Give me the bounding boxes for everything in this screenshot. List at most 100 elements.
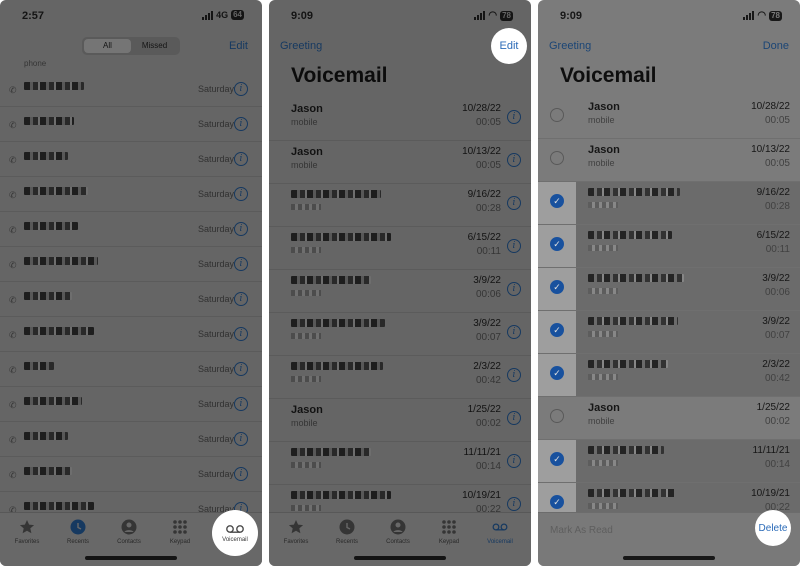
checkmark-icon[interactable]: ✓ (550, 452, 564, 466)
tab-recents[interactable]: Recents (53, 519, 103, 545)
checkmark-icon[interactable]: ✓ (550, 495, 564, 509)
voicemail-select-row[interactable]: ✓ 6/15/22 00:11 (538, 225, 800, 268)
redacted-name (291, 491, 391, 499)
tab-favorites[interactable]: Favorites (271, 519, 321, 545)
recent-row[interactable]: ✆ Saturdayi (0, 457, 262, 492)
info-icon[interactable]: i (234, 397, 248, 411)
voicemail-select-row[interactable]: ✓ 9/16/22 00:28 (538, 182, 800, 225)
info-icon[interactable]: i (234, 257, 248, 271)
unchecked-circle-icon[interactable] (550, 151, 564, 165)
voicemail-select-row[interactable]: ✓ 3/9/22 00:07 (538, 311, 800, 354)
redacted-name (588, 360, 668, 368)
tab-contacts[interactable]: Contacts (104, 519, 154, 545)
clock-icon (70, 519, 86, 535)
info-icon[interactable]: i (234, 222, 248, 236)
checkmark-icon[interactable]: ✓ (550, 280, 564, 294)
tab-favorites[interactable]: Favorites (2, 519, 52, 545)
recent-day: Saturday (197, 119, 234, 129)
voicemail-row[interactable]: 11/11/21 00:14 i (269, 442, 531, 485)
recent-row[interactable]: ✆ Saturdayi (0, 72, 262, 107)
voicemail-select-row[interactable]: Jason mobile 1/25/22 00:02 (538, 397, 800, 440)
redacted-name (588, 317, 678, 325)
tab-bar: Favorites Recents Contacts Keypad Voicem… (269, 512, 531, 566)
tab-voicemail-highlighted[interactable]: Voicemail (212, 510, 258, 556)
caller-label: mobile (291, 160, 318, 170)
voicemail-duration: 00:06 (764, 287, 790, 298)
voicemail-row[interactable]: 3/9/22 00:06 i (269, 270, 531, 313)
info-icon[interactable]: i (234, 117, 248, 131)
voicemail-select-row[interactable]: ✓ 2/3/22 00:42 (538, 354, 800, 397)
edit-button[interactable]: Edit (229, 40, 248, 52)
segment-all[interactable]: All (84, 39, 131, 53)
voicemail-row[interactable]: Jason mobile 10/28/22 00:05 i (269, 98, 531, 141)
voicemail-duration: 00:14 (764, 459, 790, 470)
tab-contacts[interactable]: Contacts (373, 519, 423, 545)
info-icon[interactable]: i (234, 292, 248, 306)
greeting-button[interactable]: Greeting (549, 40, 591, 52)
edit-button-highlighted[interactable]: Edit (491, 28, 527, 64)
recent-row[interactable]: ✆ Saturdayi (0, 422, 262, 457)
greeting-button[interactable]: Greeting (280, 40, 322, 52)
done-button[interactable]: Done (763, 40, 789, 52)
voicemail-select-row[interactable]: ✓ 11/11/21 00:14 (538, 440, 800, 483)
info-icon[interactable]: i (234, 187, 248, 201)
recent-row[interactable]: ✆ Saturdayi (0, 142, 262, 177)
info-icon[interactable]: i (507, 196, 521, 210)
segment-missed[interactable]: Missed (131, 39, 178, 53)
recents-filter-segmented-control[interactable]: All Missed (82, 37, 180, 55)
delete-button-highlighted[interactable]: Delete (755, 510, 791, 546)
voicemail-row[interactable]: 6/15/22 00:11 i (269, 227, 531, 270)
info-icon[interactable]: i (507, 282, 521, 296)
voicemail-duration: 00:11 (476, 246, 501, 257)
voicemail-row[interactable]: 2/3/22 00:42 i (269, 356, 531, 399)
tab-voicemail[interactable]: Voicemail (475, 519, 525, 545)
status-bar: 9:09 ◠ 78 (269, 8, 531, 26)
voicemail-row[interactable]: 9/16/22 00:28 i (269, 184, 531, 227)
info-icon[interactable]: i (507, 368, 521, 382)
recent-row[interactable]: ✆ Saturdayi (0, 177, 262, 212)
recent-row[interactable]: ✆ Saturdayi (0, 212, 262, 247)
info-icon[interactable]: i (234, 432, 248, 446)
checkmark-icon[interactable]: ✓ (550, 323, 564, 337)
info-icon[interactable]: i (234, 327, 248, 341)
redacted-name (24, 467, 72, 475)
info-icon[interactable]: i (507, 110, 521, 124)
info-icon[interactable]: i (234, 152, 248, 166)
tab-keypad[interactable]: Keypad (424, 519, 474, 545)
info-icon[interactable]: i (507, 454, 521, 468)
voicemail-row[interactable]: Jason mobile 10/13/22 00:05 i (269, 141, 531, 184)
recent-row[interactable]: ✆ Saturdayi (0, 282, 262, 317)
info-icon[interactable]: i (507, 497, 521, 511)
checkmark-icon[interactable]: ✓ (550, 194, 564, 208)
info-icon[interactable]: i (234, 467, 248, 481)
recent-row[interactable]: ✆ Saturdayi (0, 107, 262, 142)
info-icon[interactable]: i (507, 239, 521, 253)
tab-voicemail-label: Voicemail (222, 536, 248, 543)
recent-row[interactable]: ✆ Saturdayi (0, 247, 262, 282)
info-icon[interactable]: i (507, 411, 521, 425)
unchecked-circle-icon[interactable] (550, 108, 564, 122)
checkmark-icon[interactable]: ✓ (550, 237, 564, 251)
recent-row[interactable]: ✆ Saturdayi (0, 352, 262, 387)
voicemail-row[interactable]: 3/9/22 00:07 i (269, 313, 531, 356)
voicemail-select-row[interactable]: Jason mobile 10/13/22 00:05 (538, 139, 800, 182)
tab-recents[interactable]: Recents (322, 519, 372, 545)
voicemail-duration: 00:07 (764, 330, 790, 341)
tab-keypad[interactable]: Keypad (155, 519, 205, 545)
recent-row[interactable]: ✆ Saturdayi (0, 317, 262, 352)
voicemail-row[interactable]: Jason mobile 1/25/22 00:02 i (269, 399, 531, 442)
mark-as-read-button[interactable]: Mark As Read (550, 525, 613, 536)
voicemail-select-row[interactable]: ✓ 3/9/22 00:06 (538, 268, 800, 311)
info-icon[interactable]: i (507, 325, 521, 339)
info-icon[interactable]: i (507, 153, 521, 167)
recent-row[interactable]: ✆ Saturdayi (0, 387, 262, 422)
info-icon[interactable]: i (234, 82, 248, 96)
keypad-icon (442, 520, 456, 534)
voicemail-select-row[interactable]: Jason mobile 10/28/22 00:05 (538, 96, 800, 139)
phone-icon: ✆ (9, 190, 17, 200)
caller-name: Jason (588, 144, 620, 156)
checkmark-icon[interactable]: ✓ (550, 366, 564, 380)
unchecked-circle-icon[interactable] (550, 409, 564, 423)
info-icon[interactable]: i (234, 362, 248, 376)
voicemail-date: 10/28/22 (462, 103, 501, 114)
